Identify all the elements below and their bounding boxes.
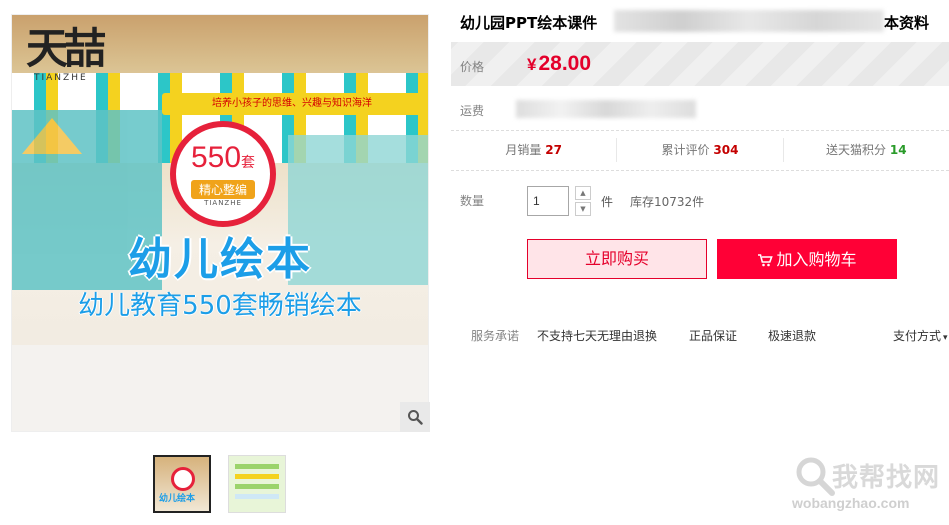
shipping-redaction <box>516 100 696 118</box>
price-panel <box>451 42 949 86</box>
price-label: 价格 <box>460 60 485 74</box>
stat-value: 304 <box>713 143 739 157</box>
service-item[interactable]: 正品保证 <box>689 327 737 344</box>
stat-value: 27 <box>545 143 562 157</box>
thumb-line <box>235 474 279 479</box>
divider <box>451 170 949 171</box>
stock-count: 库存10732件 <box>630 195 705 209</box>
count-badge: 550套 精心整编 TIANZHE <box>170 121 276 227</box>
thumbnail-2[interactable] <box>228 455 286 513</box>
stat-label: 月销量 <box>505 143 542 157</box>
badge-en: TIANZHE <box>204 198 242 207</box>
logo-sub: TIANZHE <box>34 73 88 83</box>
badge-unit: 套 <box>241 153 256 170</box>
watermark-en: wobangzhao.com <box>792 495 910 511</box>
watermark-cn: 我帮找网 <box>832 463 941 493</box>
quantity-label: 数量 <box>460 194 485 208</box>
stat-points: 送天猫积分 14 <box>784 138 949 162</box>
table-surface <box>12 345 428 431</box>
service-label: 服务承诺 <box>471 329 520 343</box>
payment-label: 支付方式 <box>893 329 942 343</box>
divider <box>451 130 949 131</box>
buy-now-button[interactable]: 立即购买 <box>527 239 707 279</box>
stat-value: 14 <box>889 143 907 157</box>
stat-monthly-sales: 月销量 27 <box>451 138 618 162</box>
stat-label: 送天猫积分 <box>826 143 887 157</box>
add-to-cart-button[interactable]: 加入购物车 <box>717 239 897 279</box>
chevron-down-icon: ▾ <box>943 333 948 343</box>
currency-symbol: ¥ <box>527 55 537 74</box>
thumb-line <box>235 484 279 489</box>
quantity-decrease-button[interactable]: ▼ <box>575 202 591 216</box>
quantity-increase-button[interactable]: ▲ <box>575 186 591 200</box>
thumb-badge <box>171 467 195 491</box>
thumbnail-1[interactable]: 幼儿绘本 <box>153 455 211 513</box>
stat-label: 累计评价 <box>661 143 710 157</box>
add-to-cart-label: 加入购物车 <box>776 249 857 269</box>
thumb-title: 幼儿绘本 <box>159 494 196 504</box>
image-subheadline: 幼儿教育550套畅销绘本 <box>78 291 362 321</box>
stat-reviews[interactable]: 累计评价 304 <box>617 138 784 162</box>
title-redaction <box>614 10 884 32</box>
product-title-tail: 本资料 <box>884 14 930 32</box>
payment-methods[interactable]: 支付方式 ▾ <box>893 327 948 344</box>
badge-number: 550 <box>190 140 242 174</box>
logo-brand: 天喆 <box>26 24 106 73</box>
service-item[interactable]: 极速退款 <box>768 327 816 344</box>
magnifier-icon <box>408 410 423 425</box>
thumb-line <box>235 464 279 469</box>
tianzhe-logo: 天喆 TIANZHE <box>26 25 136 95</box>
price: ¥28.00 <box>527 52 591 76</box>
magnifier-watermark-icon <box>796 457 835 496</box>
image-headline: 幼儿绘本 <box>128 234 312 285</box>
thumb-line <box>235 494 279 499</box>
wall-banner: 培养小孩子的思维、兴趣与知识海洋 <box>162 93 422 115</box>
site-watermark: 我帮找网 wobangzhao.com <box>790 455 949 519</box>
zoom-button[interactable] <box>400 402 430 432</box>
main-product-image[interactable]: 培养小孩子的思维、兴趣与知识海洋 天喆 TIANZHE 550套 精心整编 TI… <box>11 14 429 432</box>
quantity-input[interactable]: 1 <box>527 186 569 216</box>
cart-icon <box>758 253 774 266</box>
badge-ribbon: 精心整编 <box>190 179 255 199</box>
quantity-unit: 件 <box>601 195 614 209</box>
price-value: 28.00 <box>538 52 592 75</box>
service-item[interactable]: 不支持七天无理由退换 <box>537 327 657 344</box>
sales-stats: 月销量 27 累计评价 304 送天猫积分 14 <box>451 138 949 162</box>
shipping-label: 运费 <box>460 104 485 118</box>
